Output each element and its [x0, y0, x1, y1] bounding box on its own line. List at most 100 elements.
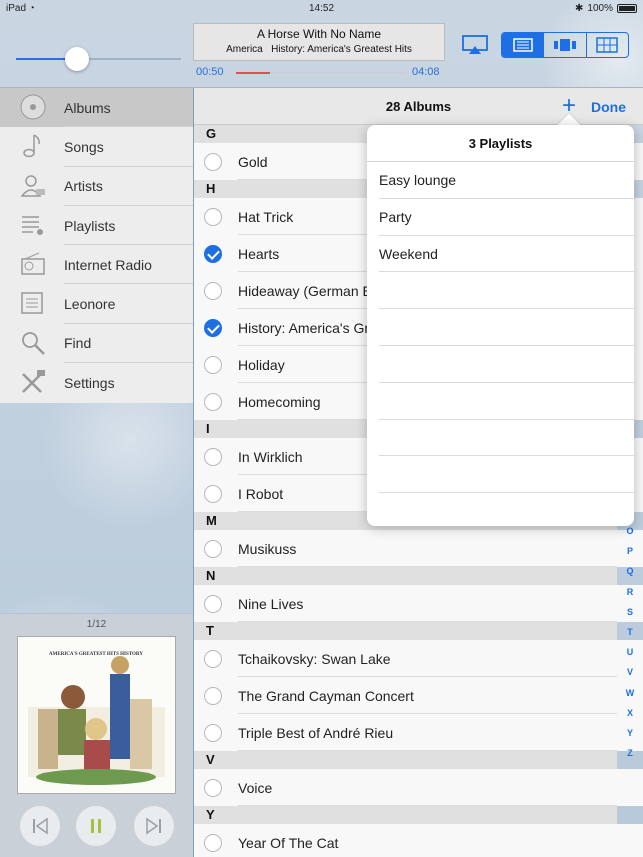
tools-icon — [18, 367, 48, 397]
playlist-item — [379, 272, 634, 310]
album-name: Nine Lives — [238, 596, 304, 612]
checkbox[interactable] — [204, 448, 222, 466]
progress-bar[interactable] — [236, 72, 406, 74]
sidebar-item-find[interactable]: Find — [0, 324, 193, 364]
sidebar-item-label: Albums — [64, 99, 111, 116]
sidebar-item-label: Playlists — [64, 217, 116, 234]
library-icon — [18, 288, 48, 318]
sidebar-item-settings[interactable]: Settings — [0, 363, 193, 402]
album-name: Tchaikovsky: Swan Lake — [238, 651, 391, 667]
index-letter[interactable]: Q — [621, 566, 639, 586]
sidebar-item-playlists[interactable]: Playlists — [0, 206, 193, 246]
duration-time: 04:08 — [412, 66, 440, 78]
list-item[interactable]: Voice — [194, 769, 643, 806]
index-letter[interactable]: U — [621, 647, 639, 667]
done-button[interactable]: Done — [591, 99, 626, 115]
sidebar-item-artists[interactable]: Artists — [0, 167, 193, 206]
list-item[interactable]: Triple Best of André Rieu — [194, 714, 643, 751]
list-item[interactable]: The Grand Cayman Concert — [194, 677, 643, 714]
album-name: Year Of The Cat — [238, 835, 339, 851]
section-header: T — [194, 622, 617, 640]
checkbox[interactable] — [204, 282, 222, 300]
list-item[interactable]: Tchaikovsky: Swan Lake — [194, 640, 643, 677]
playlist-item[interactable]: Easy lounge — [379, 162, 634, 199]
index-letter[interactable]: Y — [621, 728, 639, 748]
index-letter[interactable]: W — [621, 688, 639, 708]
index-letter[interactable]: R — [621, 587, 639, 607]
checkbox[interactable] — [204, 208, 222, 226]
sidebar-item-internet-radio[interactable]: Internet Radio — [0, 245, 193, 285]
sidebar-item-leonore[interactable]: Leonore — [0, 284, 193, 324]
section-index[interactable]: OPQRSTUVWXYZ — [621, 526, 639, 768]
checkbox[interactable] — [204, 485, 222, 503]
checkbox[interactable] — [204, 356, 222, 374]
sidebar: Albums Songs Artists Playlists Internet Radi… — [0, 88, 193, 403]
music-note-icon — [18, 131, 48, 161]
sidebar-item-label: Internet Radio — [64, 256, 152, 273]
checkbox[interactable] — [204, 245, 222, 263]
next-button[interactable] — [133, 805, 175, 847]
checkbox[interactable] — [204, 153, 222, 171]
album-cover[interactable]: AMERICA'S GREATEST HITS HISTORY — [17, 636, 176, 794]
playlist-item[interactable]: Weekend — [379, 236, 634, 273]
clock: 14:52 — [308, 3, 335, 14]
list-item[interactable]: Nine Lives — [194, 585, 643, 622]
coverflow-view-icon[interactable] — [543, 33, 585, 57]
playlist-item[interactable]: Party — [379, 199, 634, 236]
section-header: Y — [194, 806, 617, 824]
checkbox[interactable] — [204, 834, 222, 852]
album-name: In Wirklich — [238, 449, 303, 465]
airplay-icon[interactable] — [462, 35, 488, 55]
now-playing-panel[interactable]: A Horse With No Name America History: Am… — [193, 23, 445, 61]
checkbox[interactable] — [204, 595, 222, 613]
album-name: Hearts — [238, 246, 280, 262]
track-album: History: America's Greatest Hits — [271, 44, 412, 55]
status-bar: iPad ◔ 14:52 ✱ 100% — [0, 0, 643, 18]
sidebar-item-label: Leonore — [64, 296, 116, 313]
album-name: Musikuss — [238, 541, 297, 557]
track-artist: America — [226, 44, 263, 55]
checkbox[interactable] — [204, 650, 222, 668]
checkbox[interactable] — [204, 779, 222, 797]
playlist-item — [379, 383, 634, 420]
track-title: A Horse With No Name — [256, 27, 382, 41]
bluetooth-icon: ✱ — [575, 3, 584, 14]
sidebar-item-albums[interactable]: Albums — [0, 88, 193, 128]
sidebar-item-songs[interactable]: Songs — [0, 127, 193, 167]
battery-label: 100% — [587, 3, 613, 14]
index-letter[interactable]: X — [621, 708, 639, 728]
radio-icon — [18, 249, 48, 279]
volume-slider[interactable] — [16, 58, 181, 60]
playlist-item — [379, 346, 634, 383]
volume-knob[interactable] — [65, 47, 90, 71]
sidebar-item-label: Find — [64, 335, 92, 352]
index-letter[interactable]: S — [621, 607, 639, 627]
previous-button[interactable] — [19, 805, 61, 847]
checkbox[interactable] — [204, 687, 222, 705]
checkbox[interactable] — [204, 319, 222, 337]
index-letter[interactable]: T — [621, 627, 639, 647]
sidebar-item-label: Artists — [64, 178, 103, 195]
list-item[interactable]: Musikuss — [194, 530, 643, 567]
album-name: Holiday — [238, 357, 285, 373]
checkbox[interactable] — [204, 393, 222, 411]
checkbox[interactable] — [204, 724, 222, 742]
index-letter[interactable]: P — [621, 546, 639, 566]
grid-view-icon[interactable] — [585, 33, 628, 57]
sidebar-item-label: Settings — [64, 374, 115, 391]
battery-icon — [617, 4, 637, 13]
index-letter[interactable]: O — [621, 526, 639, 546]
index-letter[interactable]: V — [621, 667, 639, 687]
playlist-item — [379, 456, 634, 494]
view-mode-segmented[interactable] — [501, 32, 629, 58]
pause-button[interactable] — [75, 805, 117, 847]
album-name: Voice — [238, 780, 273, 796]
page-indicator: 1/12 — [86, 619, 107, 630]
albums-icon — [18, 92, 48, 122]
list-view-icon[interactable] — [502, 33, 544, 57]
list-item[interactable]: Year Of The Cat — [194, 824, 643, 857]
search-icon — [18, 328, 48, 358]
checkbox[interactable] — [204, 540, 222, 558]
index-letter[interactable]: Z — [621, 748, 639, 768]
album-name: Hat Trick — [238, 209, 294, 225]
